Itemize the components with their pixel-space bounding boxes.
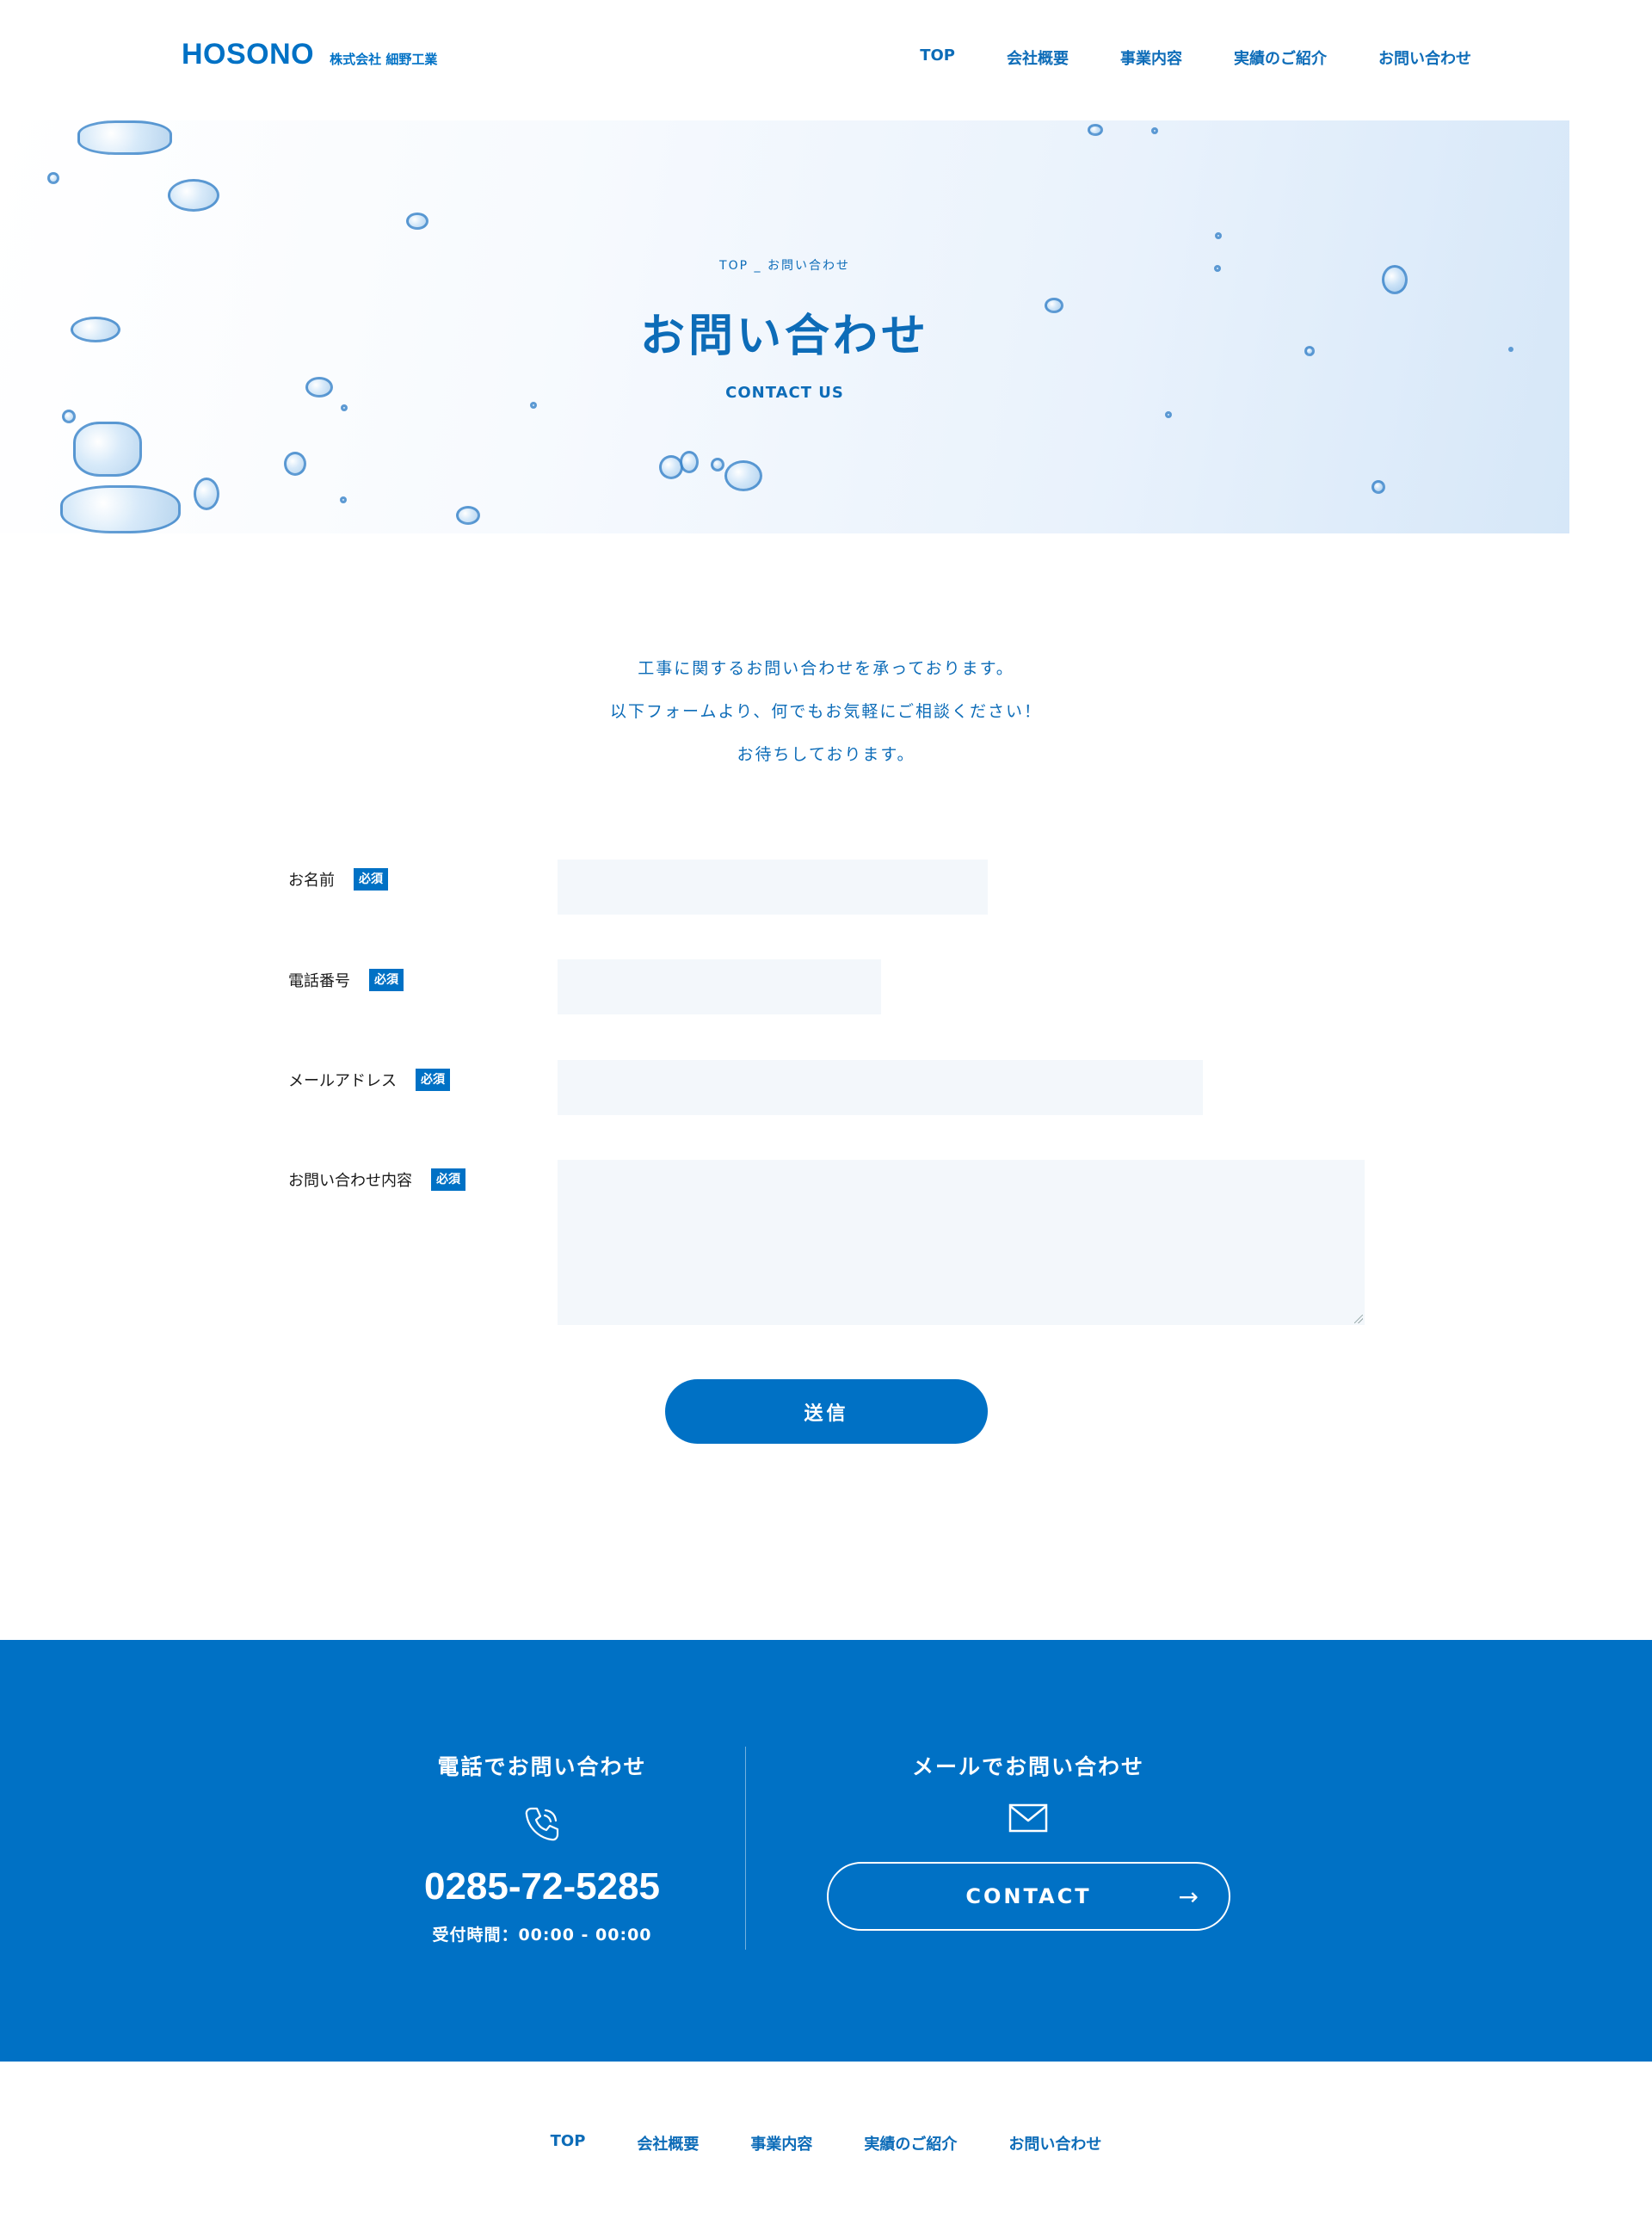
band-divider [745,1747,746,1950]
email-input[interactable] [558,1060,1203,1115]
nav-item-contact[interactable]: お問い合わせ [1378,46,1471,69]
name-input[interactable] [558,860,988,915]
contact-band: 電話でお問い合わせ 0285-72-5285 受付時間：00:00 - 00:0… [0,1640,1652,2062]
nav-item-top[interactable]: TOP [920,46,955,69]
site-logo[interactable]: HOSONO 株式会社 細野工業 [182,38,437,71]
nav-item-business[interactable]: 事業内容 [1120,46,1182,69]
form-row-email: メールアドレス 必須 [288,1067,450,1093]
footer-nav-works[interactable]: 実績のご紹介 [864,2132,957,2154]
footer-nav-top[interactable]: TOP [551,2132,586,2154]
submit-button[interactable]: 送信 [665,1379,988,1444]
footer-nav: TOP 会社概要 事業内容 実績のご紹介 お問い合わせ [0,2132,1652,2154]
phone-icon [525,1807,559,1841]
footer-nav-company[interactable]: 会社概要 [637,2132,699,2154]
phone-input[interactable] [558,959,881,1014]
phone-number[interactable]: 0285-72-5285 [370,1865,714,1908]
field-label: 電話番号 必須 [288,967,404,993]
name-label: お名前 [288,872,335,890]
breadcrumb: TOP _ お問い合わせ [719,259,850,273]
phone-label: 電話番号 [288,972,350,990]
phone-heading: 電話でお問い合わせ [437,1754,647,1779]
page-hero: TOP _ お問い合わせ お問い合わせ CONTACT US [0,120,1569,533]
global-nav: TOP 会社概要 事業内容 実績のご紹介 お問い合わせ [920,46,1471,69]
arrow-right-icon: → [1178,1883,1201,1911]
required-badge: 必須 [431,1168,465,1191]
intro-text: 工事に関するお問い合わせを承っております。 以下フォームより、何でもお気軽にご相… [0,647,1652,776]
intro-line: お待ちしております。 [737,745,915,764]
company-name: 株式会社 細野工業 [330,52,438,67]
business-hours: 受付時間：00:00 - 00:00 [432,1926,652,1945]
field-label: お名前 必須 [288,866,388,892]
message-textarea[interactable] [558,1160,1365,1325]
intro-line: 以下フォームより、何でもお気軽にご相談ください！ [610,702,1042,721]
page-title: お問い合わせ [639,310,929,362]
footer-nav-business[interactable]: 事業内容 [750,2132,812,2154]
site-header: HOSONO 株式会社 細野工業 TOP 会社概要 事業内容 実績のご紹介 お問… [0,0,1652,120]
form-row-name: お名前 必須 [288,866,388,892]
page-subtitle: CONTACT US [725,384,844,402]
contact-button-label: CONTACT [965,1884,1092,1908]
form-row-message: お問い合わせ内容 必須 [288,1167,465,1193]
contact-button[interactable]: CONTACT → [827,1862,1230,1931]
logo-wordmark: HOSONO [182,38,315,71]
mail-heading: メールでお問い合わせ [911,1754,1144,1779]
required-badge: 必須 [416,1069,450,1091]
field-label: メールアドレス 必須 [288,1067,450,1093]
nav-item-company[interactable]: 会社概要 [1007,46,1069,69]
required-badge: 必須 [354,868,388,891]
message-label: お問い合わせ内容 [288,1172,412,1190]
email-label: メールアドレス [288,1072,397,1090]
required-badge: 必須 [369,969,404,991]
nav-item-works[interactable]: 実績のご紹介 [1234,46,1327,69]
resize-handle[interactable] [1354,1315,1363,1323]
field-label: お問い合わせ内容 必須 [288,1167,465,1193]
form-row-phone: 電話番号 必須 [288,967,404,993]
footer-nav-contact[interactable]: お問い合わせ [1008,2132,1101,2154]
intro-line: 工事に関するお問い合わせを承っております。 [638,659,1014,678]
mail-icon [1008,1803,1048,1833]
